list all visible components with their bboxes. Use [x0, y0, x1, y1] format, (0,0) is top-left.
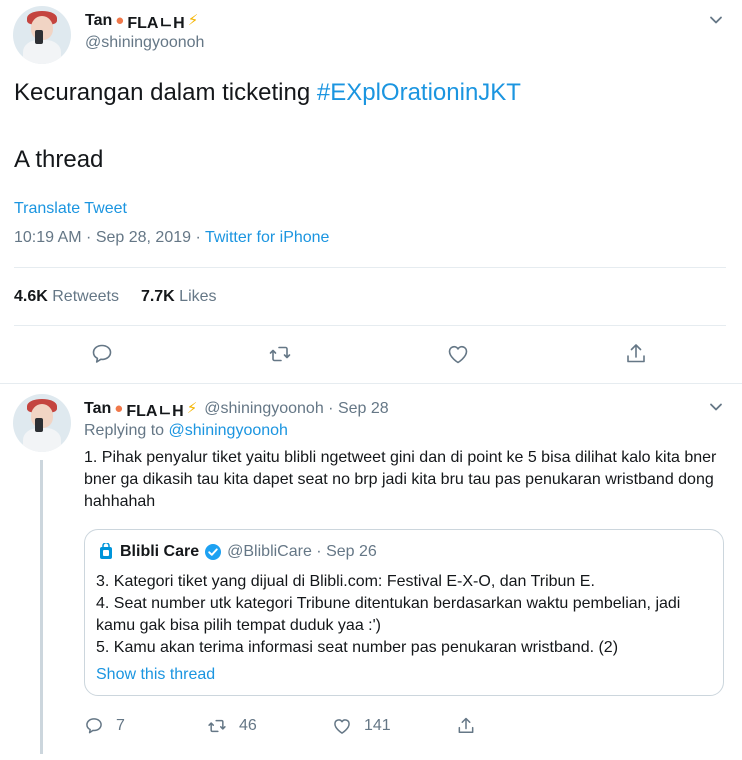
reply-author-avatar[interactable] [13, 394, 71, 452]
divider [14, 267, 726, 268]
tweet-timestamp[interactable]: 10:19 AM · Sep 28, 2019 · [14, 229, 205, 246]
retweets-stat[interactable]: 4.6K Retweets [14, 288, 119, 306]
reply-button[interactable]: 7 [84, 716, 125, 736]
reply-button[interactable] [90, 342, 116, 368]
reply-icon [86, 718, 102, 734]
retweet-button[interactable] [268, 342, 294, 368]
peach-emoji-icon: ● [115, 12, 125, 29]
thread-line [40, 460, 43, 754]
author-avatar[interactable] [13, 6, 71, 64]
like-button[interactable]: 141 [332, 716, 391, 736]
replying-handle-link[interactable]: @shiningyoonoh [169, 422, 288, 439]
reply-text: 1. Pihak penyalur tiket yaitu blibli nge… [84, 449, 717, 510]
tweet-detail-page: Tan ● FLAㄴH ⚡ @shiningyoonoh Kecurangan … [0, 0, 742, 760]
heart-icon [448, 345, 468, 364]
quoted-text: 3. Kategori tiket yang dijual di Blibli.… [96, 571, 716, 659]
share-icon [627, 344, 645, 363]
author-name[interactable]: Tan ● FLAㄴH ⚡ [85, 9, 198, 33]
hashtag-link[interactable]: #EXplOrationinJKT [317, 79, 521, 106]
heart-icon [334, 719, 350, 734]
share-icon [458, 717, 474, 733]
tweet-text-line2: A thread [14, 146, 104, 173]
like-button[interactable] [446, 342, 472, 368]
show-thread-link[interactable]: Show this thread [96, 666, 215, 684]
tweet-text-line1: Kecurangan dalam ticketing [14, 79, 317, 106]
quoted-line: 5. Kamu akan terima informasi seat numbe… [96, 639, 619, 656]
tweet-actions [0, 342, 742, 368]
quoted-author-name: Blibli Care [120, 543, 200, 560]
author-name-suffix: FLAㄴH [127, 15, 185, 32]
quoted-line: 3. Kategori tiket yang dijual di Blibli.… [96, 573, 595, 590]
replying-prefix: Replying to [84, 422, 169, 439]
high-voltage-emoji-icon: ⚡ [187, 12, 199, 29]
reply-tweet-actions: 7 46 141 [0, 716, 742, 740]
retweet-count: 46 [239, 717, 257, 734]
peach-emoji-icon: ● [114, 400, 124, 417]
author-display-name: Tan [85, 12, 113, 29]
translate-tweet-link[interactable]: Translate Tweet [14, 200, 127, 218]
verified-badge-icon [205, 544, 222, 560]
reply-author-name[interactable]: Tan [84, 400, 111, 418]
reply-author-name-suffix: FLAㄴH [126, 403, 184, 420]
share-button[interactable] [456, 716, 476, 736]
tweet-meta: 10:19 AM · Sep 28, 2019 · Twitter for iP… [14, 229, 329, 247]
likes-stat[interactable]: 7.7K Likes [141, 288, 217, 306]
quoted-handle-date: @BlibliCare · Sep 26 [227, 543, 377, 560]
quoted-line: 4. Seat number utk kategori Tribune dite… [96, 595, 681, 634]
high-voltage-emoji-icon: ⚡ [186, 400, 198, 417]
reply-handle-date[interactable]: @shiningyoonoh · Sep 28 [204, 400, 388, 418]
reply-icon [92, 344, 112, 363]
share-button[interactable] [624, 342, 650, 368]
retweet-button[interactable]: 46 [207, 716, 257, 736]
author-handle[interactable]: @shiningyoonoh [85, 34, 204, 52]
divider [0, 383, 742, 384]
replying-to: Replying to @shiningyoonoh [84, 422, 288, 440]
tweet-text: Kecurangan dalam ticketing #EXplOrationi… [14, 78, 724, 175]
retweet-icon [208, 719, 226, 733]
blibli-logo-icon [100, 543, 112, 559]
main-tweet: Tan ● FLAㄴH ⚡ @shiningyoonoh Kecurangan … [0, 0, 742, 384]
reply-author-row: Tan ● FLAㄴH ⚡ @shiningyoonoh · Sep 28 [84, 397, 389, 421]
tweet-source-link[interactable]: Twitter for iPhone [205, 229, 330, 246]
divider [14, 325, 726, 326]
quoted-tweet[interactable]: Blibli Care @BlibliCare · Sep 26 3. Kate… [84, 529, 724, 696]
quoted-author-row: Blibli Care @BlibliCare · Sep 26 [97, 543, 377, 561]
retweet-icon [269, 346, 291, 362]
tweet-stats: 4.6K Retweets 7.7K Likes [14, 288, 217, 306]
like-count: 141 [364, 717, 391, 734]
chevron-down-icon[interactable] [709, 400, 723, 414]
chevron-down-icon[interactable] [709, 13, 723, 27]
reply-count: 7 [116, 717, 125, 734]
